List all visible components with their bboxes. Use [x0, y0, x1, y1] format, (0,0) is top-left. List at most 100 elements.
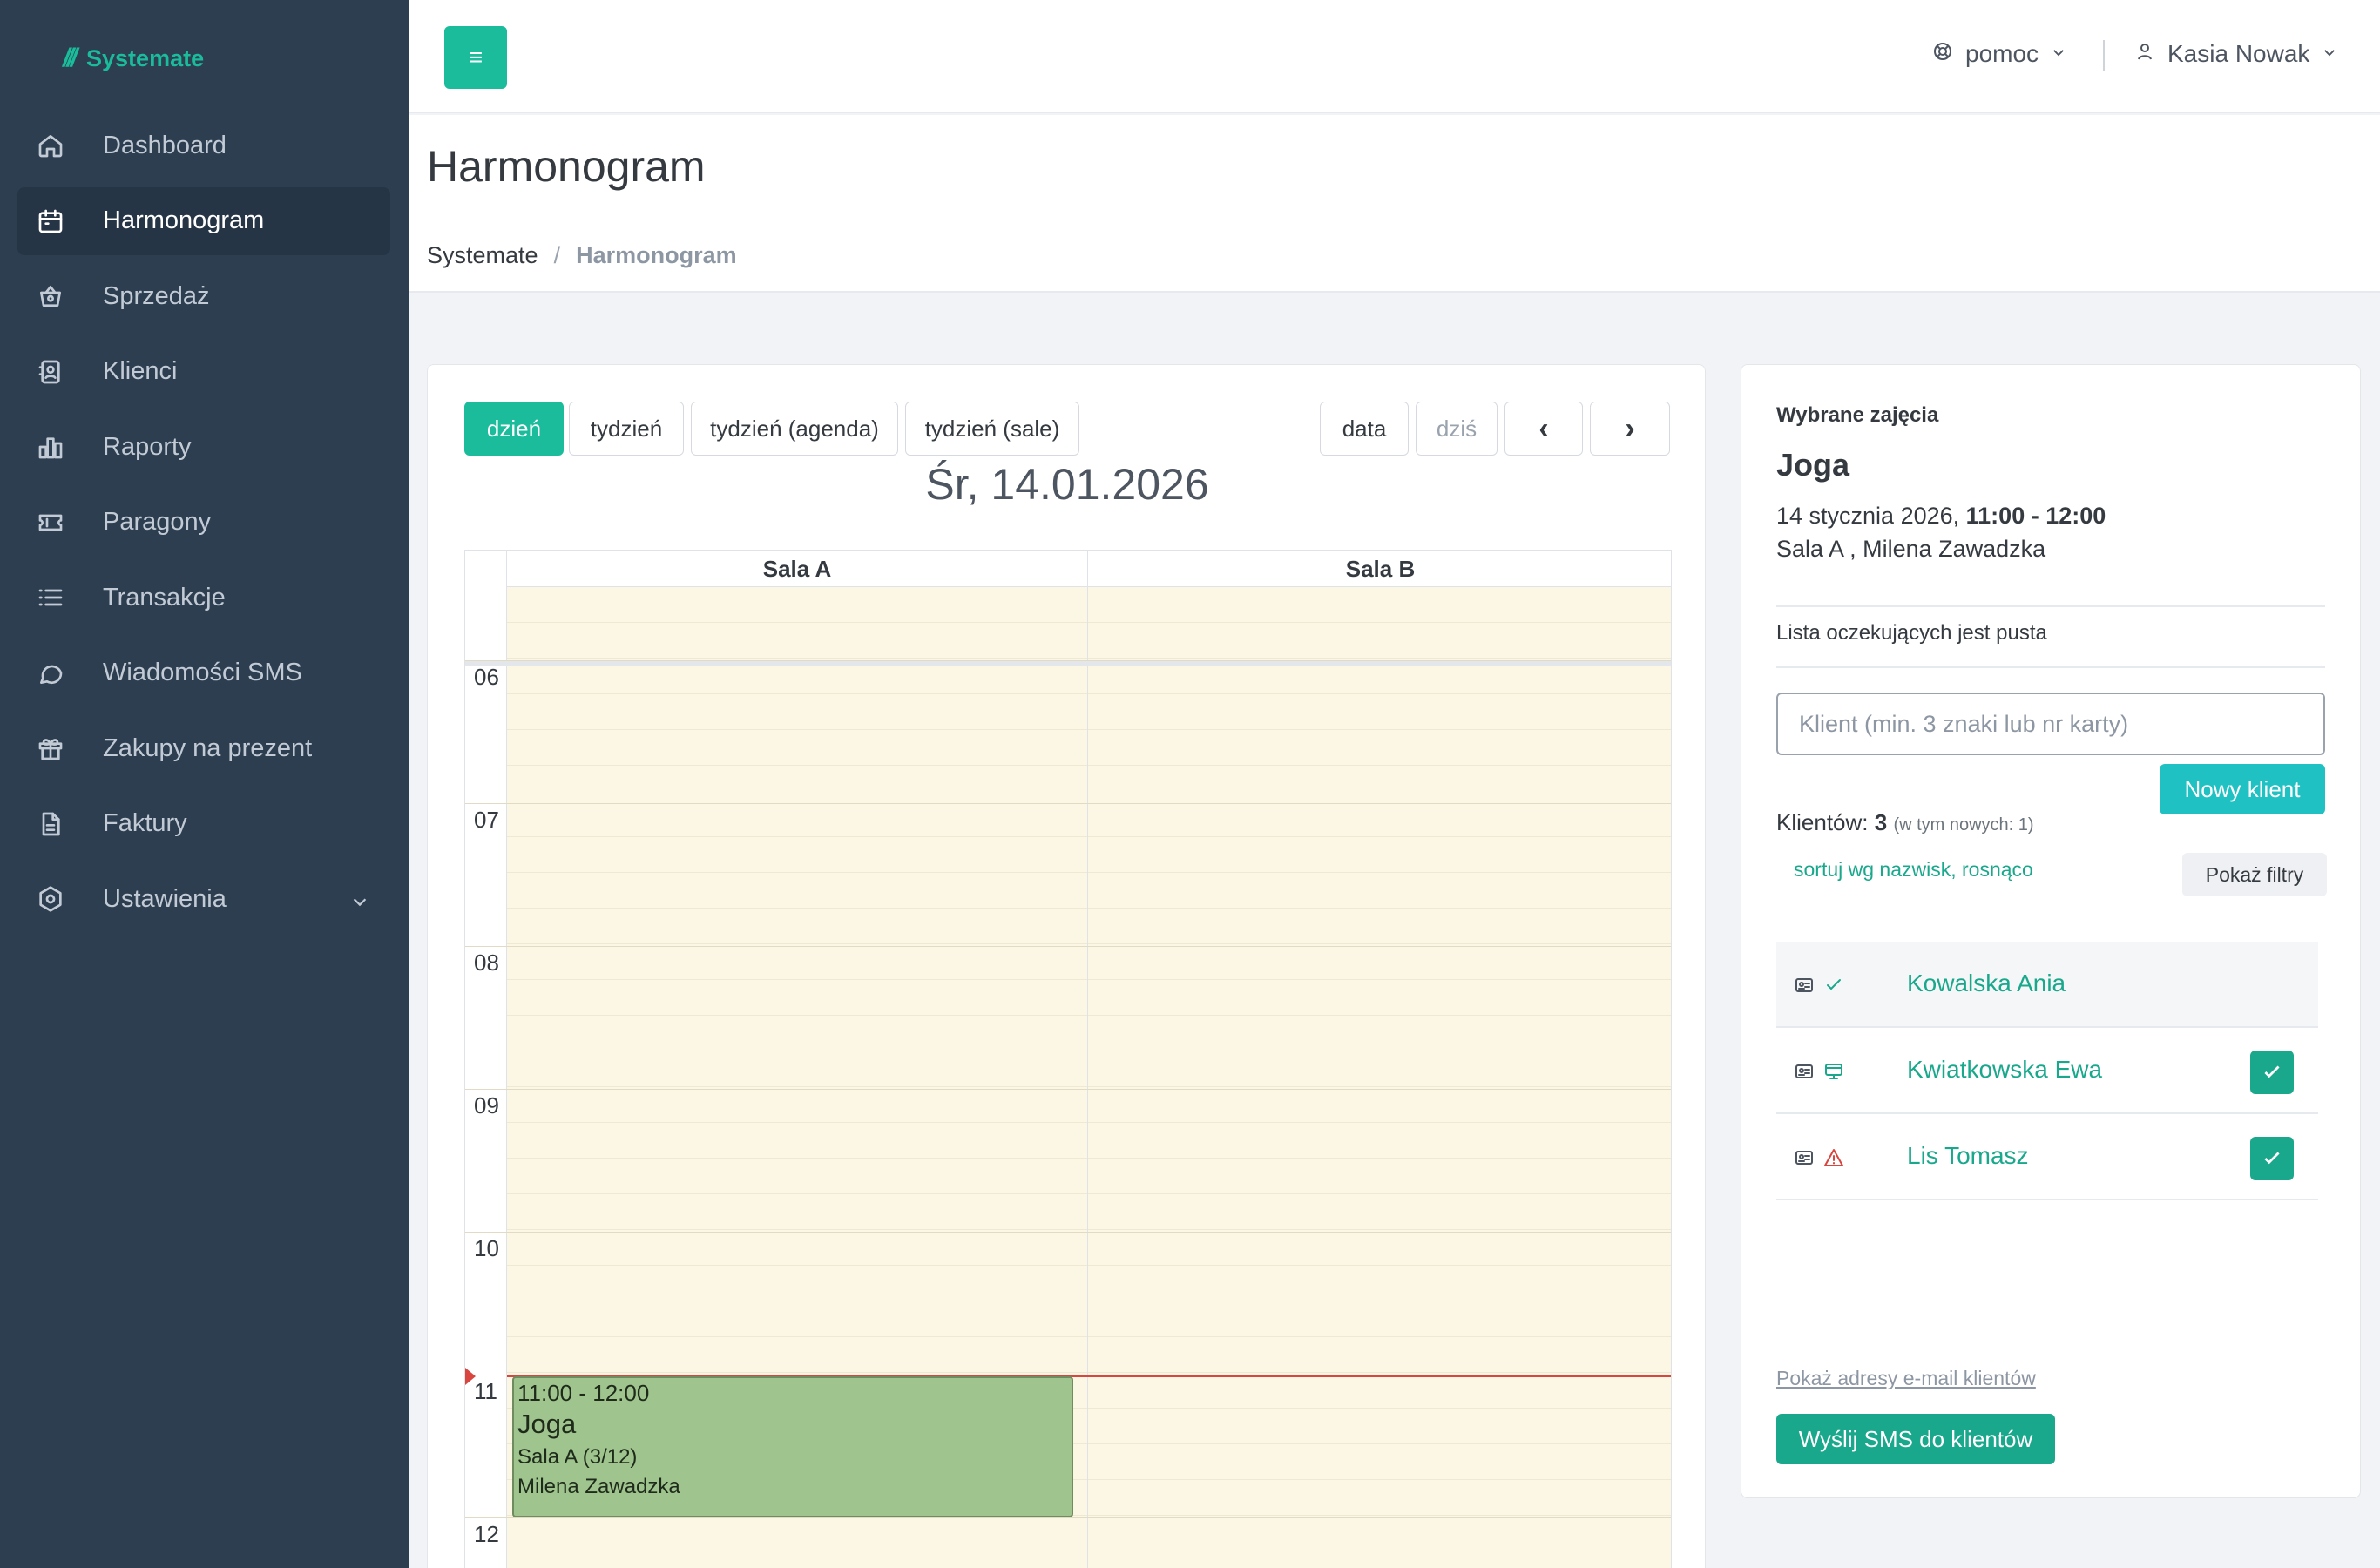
hour-line — [465, 1232, 1671, 1233]
id-card-icon[interactable] — [1794, 1147, 1815, 1168]
hour-line — [465, 1517, 1671, 1518]
calendar-icon — [35, 206, 66, 237]
gift-icon — [35, 733, 66, 764]
show-emails-link[interactable]: Pokaż adresy e-mail klientów — [1776, 1367, 2036, 1390]
sidebar-item-label: Raporty — [103, 432, 192, 461]
chat-icon — [35, 658, 66, 689]
id-card-icon[interactable] — [1794, 975, 1815, 996]
sidebar-item-label: Zakupy na prezent — [103, 733, 313, 762]
prev-day-button[interactable]: ‹ — [1504, 402, 1583, 456]
sidebar-item-sprzedaz[interactable]: Sprzedaż — [17, 262, 390, 330]
hour-label: 12 — [474, 1521, 499, 1547]
view-week-rooms-button[interactable]: tydzień (sale) — [905, 402, 1079, 456]
user-icon — [2134, 40, 2155, 68]
today-button[interactable]: dziś — [1416, 402, 1498, 456]
event-instructor: Milena Zawadzka — [517, 1475, 680, 1498]
class-title: Joga — [1776, 447, 1850, 483]
view-week-button[interactable]: tydzień — [569, 402, 684, 456]
basket-icon — [35, 280, 66, 312]
client-count-value: 3 — [1874, 809, 1888, 835]
next-day-button[interactable]: › — [1590, 402, 1670, 456]
class-datetime: 14 stycznia 2026, 11:00 - 12:00 — [1776, 503, 2106, 530]
check-icon — [2264, 1152, 2280, 1165]
new-client-button[interactable]: Nowy klient — [2160, 764, 2325, 814]
user-name: Kasia Nowak — [2167, 40, 2310, 67]
event-room: Sala A (3/12) — [517, 1445, 638, 1469]
room-slots[interactable] — [1088, 587, 1671, 1568]
check-icon — [1827, 979, 1841, 990]
chevron-down-icon — [350, 889, 369, 918]
client-name[interactable]: Kowalska Ania — [1907, 970, 2066, 997]
hour-label: 10 — [474, 1235, 499, 1261]
attendance-checkbox[interactable] — [2250, 1137, 2294, 1180]
view-day-button[interactable]: dzień — [464, 402, 564, 456]
brand-name: Systemate — [86, 44, 205, 71]
room-header: Sala B — [1088, 551, 1671, 587]
list-item[interactable]: Lis Tomasz — [1776, 1114, 2318, 1200]
hour-line — [465, 803, 1671, 804]
top-bar: ≡ pomoc Kasia Nowak — [409, 0, 2380, 113]
sidebar-item-klienci[interactable]: Klienci — [17, 338, 390, 406]
sidebar-item-prezent[interactable]: Zakupy na prezent — [17, 714, 390, 782]
sidebar-item-dashboard[interactable]: Dashboard — [17, 112, 390, 179]
sidebar-item-label: Sprzedaż — [103, 281, 210, 310]
list-item[interactable]: Kwiatkowska Ewa — [1776, 1028, 2318, 1114]
room-column-b[interactable]: Sala B — [1088, 551, 1671, 1568]
warning-icon — [1824, 1149, 1843, 1166]
breadcrumb-current: Harmonogram — [576, 242, 737, 268]
brand-logo[interactable]: /// Systemate — [63, 44, 204, 73]
logo-icon: /// — [63, 44, 78, 72]
client-search-input[interactable] — [1776, 693, 2325, 755]
class-date: 14 stycznia 2026, — [1776, 503, 1966, 529]
hour-label: 08 — [474, 950, 499, 976]
hour-line — [465, 660, 1671, 661]
attendance-checkbox[interactable] — [2250, 1051, 2294, 1094]
sidebar-item-label: Klienci — [103, 357, 178, 385]
sidebar-nav: Dashboard Harmonogram Sprzedaż Klienci R… — [17, 112, 390, 941]
hour-label: 11 — [474, 1378, 497, 1404]
settings-icon — [35, 883, 66, 915]
sidebar-item-label: Faktury — [103, 809, 187, 837]
sidebar: /// Systemate Dashboard Harmonogram Sprz… — [0, 0, 409, 1568]
sidebar-item-harmonogram[interactable]: Harmonogram — [17, 186, 390, 255]
client-list: Kowalska Ania Kwiatkowska Ewa Lis Tomasz — [1776, 942, 2318, 1200]
sidebar-item-label: Harmonogram — [103, 206, 265, 234]
user-menu[interactable]: Kasia Nowak — [2134, 40, 2337, 68]
list-item[interactable]: Kowalska Ania — [1776, 942, 2318, 1028]
clients-icon — [35, 356, 66, 388]
help-label: pomoc — [1965, 40, 2039, 67]
calendar-card: dzień tydzień tydzień (agenda) tydzień (… — [427, 364, 1706, 1568]
sidebar-item-paragony[interactable]: Paragony — [17, 489, 390, 557]
date-picker-button[interactable]: data — [1320, 402, 1409, 456]
view-week-agenda-button[interactable]: tydzień (agenda) — [691, 402, 898, 456]
calendar-event[interactable]: 11:00 - 12:00 Joga Sala A (3/12) Milena … — [512, 1376, 1073, 1517]
lifebuoy-icon — [1932, 40, 1953, 68]
event-name: Joga — [517, 1409, 577, 1439]
time-gutter — [465, 551, 507, 1568]
client-count: Klientów: 3 (w tym nowych: 1) — [1776, 809, 2034, 836]
sidebar-item-transakcje[interactable]: Transakcje — [17, 564, 390, 632]
chevron-down-icon — [2051, 44, 2066, 64]
send-sms-button[interactable]: Wyślij SMS do klientów — [1776, 1414, 2055, 1464]
sidebar-item-raporty[interactable]: Raporty — [17, 413, 390, 481]
hour-label: 09 — [474, 1092, 499, 1119]
show-filters-button[interactable]: Pokaż filtry — [2182, 853, 2327, 896]
client-name[interactable]: Lis Tomasz — [1907, 1142, 2029, 1170]
hour-line — [465, 1089, 1671, 1090]
client-name[interactable]: Kwiatkowska Ewa — [1907, 1056, 2102, 1084]
breadcrumb-root[interactable]: Systemate — [427, 242, 538, 269]
sidebar-item-faktury[interactable]: Faktury — [17, 790, 390, 858]
home-icon — [35, 130, 66, 161]
sidebar-item-label: Dashboard — [103, 131, 227, 159]
menu-toggle-button[interactable]: ≡ — [444, 26, 507, 89]
hamburger-icon: ≡ — [468, 44, 483, 71]
event-time: 11:00 - 12:00 — [517, 1380, 650, 1406]
id-card-icon[interactable] — [1794, 1061, 1815, 1082]
sidebar-item-ustawienia[interactable]: Ustawienia — [17, 865, 390, 933]
divider — [2103, 40, 2105, 71]
sort-link[interactable]: sortuj wg nazwisk, rosnąco — [1794, 858, 2033, 882]
card-pay-icon — [1825, 1064, 1842, 1079]
help-dropdown[interactable]: pomoc — [1932, 40, 2066, 68]
sidebar-item-sms[interactable]: Wiadomości SMS — [17, 639, 390, 707]
room-header: Sala A — [507, 551, 1087, 587]
